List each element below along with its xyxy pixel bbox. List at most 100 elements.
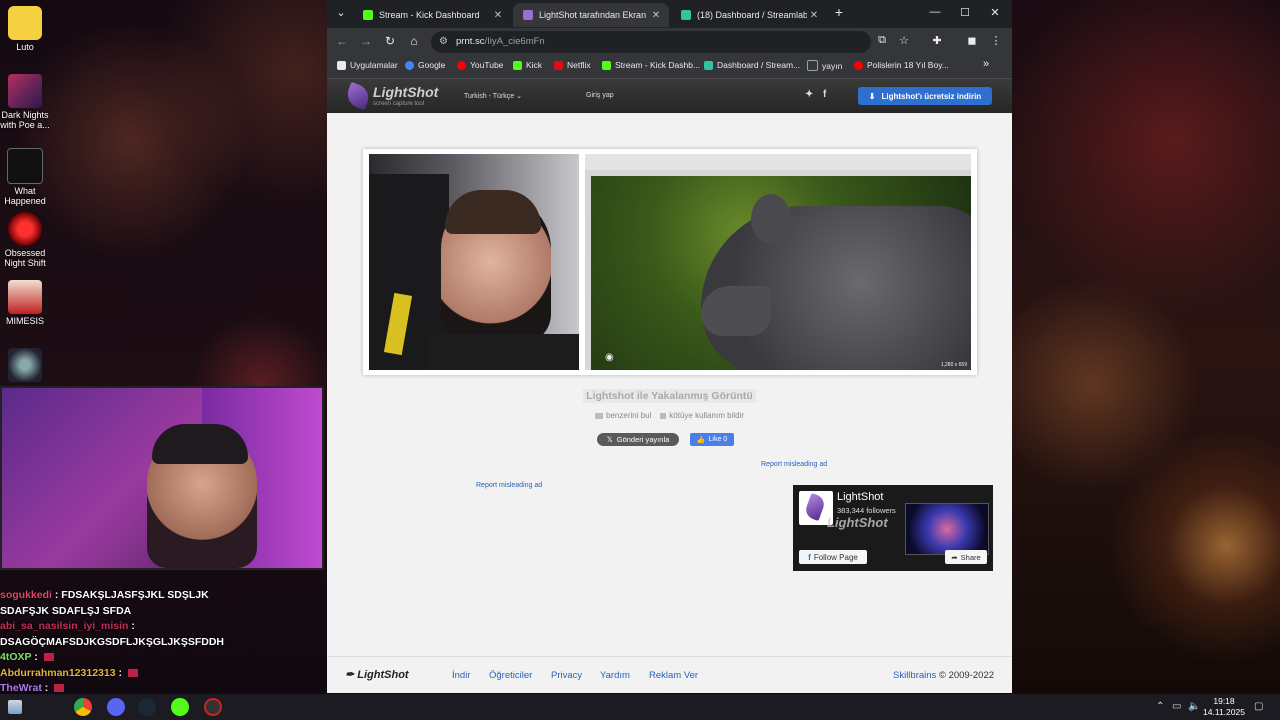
skillbrains-link[interactable]: Skillbrains xyxy=(893,670,936,681)
desktop-icon-dark-nights[interactable]: Dark Nights with Poe a... xyxy=(0,74,50,130)
image-caption: Lightshot ile Yakalanmış Görüntü xyxy=(327,389,1012,403)
desktop-icon-label: Obsessed Night Shift xyxy=(4,248,46,268)
folder-icon xyxy=(807,60,818,71)
discord-icon[interactable] xyxy=(107,698,125,716)
bookmark-streamlabs[interactable]: Dashboard / Stream... xyxy=(704,60,800,70)
maximize-icon[interactable]: ☐ xyxy=(955,6,975,19)
menu-icon[interactable]: ⋮ xyxy=(987,34,1005,47)
desktop-icon-luto[interactable]: Luto xyxy=(0,6,50,52)
bookmark-google[interactable]: Google xyxy=(405,60,445,70)
obs-icon[interactable] xyxy=(204,698,222,716)
footer-link-advertise[interactable]: Reklam Ver xyxy=(649,670,698,681)
find-similar-link[interactable]: benzerini bul xyxy=(595,411,651,420)
extensions-icon[interactable]: ✚ xyxy=(928,34,946,47)
login-link[interactable]: Giriş yap xyxy=(586,92,614,99)
chat-text: FDSAKŞLJASFŞJKL SDŞLJK xyxy=(61,589,209,601)
share-icon: ➦ xyxy=(951,552,958,562)
close-tab-icon[interactable]: ✕ xyxy=(649,10,663,21)
lightshot-header: LightShot screen capture tool Turkish - … xyxy=(327,79,1012,113)
close-tab-icon[interactable]: ✕ xyxy=(491,10,505,21)
minimize-icon[interactable]: — xyxy=(925,6,945,18)
twitter-icon[interactable]: ✦ xyxy=(805,89,813,100)
facebook-like-button[interactable]: 👍 Like 0 xyxy=(690,433,734,446)
lightshot-icon xyxy=(523,10,533,20)
report-misleading-ad-link[interactable]: Report misleading ad xyxy=(476,482,542,489)
desktop-icon-what-happened[interactable]: What Happened ... xyxy=(0,148,50,216)
close-window-icon[interactable]: ✕ xyxy=(985,6,1005,19)
skull-icon xyxy=(8,348,42,382)
bookmarks-bar: Uygulamalar Google YouTube Kick Netflix … xyxy=(327,56,1012,79)
fb-page-name[interactable]: LightShot xyxy=(837,491,883,503)
forward-icon[interactable]: → xyxy=(357,34,375,48)
footer-link-privacy[interactable]: Privacy xyxy=(551,670,582,681)
tray-chevron-icon[interactable]: ⌃ xyxy=(1156,701,1164,712)
back-icon[interactable]: ← xyxy=(333,34,351,48)
facebook-page-widget[interactable]: LightShot 383,344 followers LightShot fF… xyxy=(793,485,993,571)
bookmark-youtube[interactable]: YouTube xyxy=(457,60,503,70)
language-selector[interactable]: Turkish - Türkçe ⌄ xyxy=(464,92,522,100)
apps-grid-icon xyxy=(337,60,346,70)
facebook-icon: f xyxy=(808,552,811,562)
footer-logo[interactable]: ✒ LightShot xyxy=(345,668,409,681)
lightshot-page: LightShot screen capture tool Turkish - … xyxy=(327,79,1012,693)
tab-search-icon[interactable]: ⌄ xyxy=(331,6,351,19)
emote-icon xyxy=(54,684,65,693)
address-bar[interactable]: ⚙ prnt.sc/IiyA_cie6mFn xyxy=(431,31,871,53)
close-tab-icon[interactable]: ✕ xyxy=(807,10,821,21)
chevron-down-icon: ⌄ xyxy=(516,93,523,100)
tab-lightshot[interactable]: LightShot tarafından Ekran Görü ✕ xyxy=(513,3,669,27)
bookmark-polisler[interactable]: Polislerin 18 Yıl Boy... xyxy=(854,60,949,70)
tab-kick-dashboard[interactable]: Stream - Kick Dashboard ✕ xyxy=(353,3,511,27)
steam-icon[interactable] xyxy=(138,698,156,716)
footer-link-help[interactable]: Yardım xyxy=(600,670,630,681)
bookmark-star-icon[interactable]: ☆ xyxy=(895,34,913,47)
kick-icon[interactable] xyxy=(171,698,189,716)
reload-icon[interactable]: ↻ xyxy=(381,34,399,48)
report-abuse-link[interactable]: kötüye kullanım bildir xyxy=(660,411,744,420)
desktop-icon-mimesis[interactable]: MIMESIS xyxy=(0,280,50,326)
flag-icon xyxy=(660,412,667,419)
desktop-icon-obsessed[interactable]: Obsessed Night Shift xyxy=(0,212,50,268)
tweet-button[interactable]: 𝕏 Gönderi yayınla xyxy=(597,433,679,446)
bookmark-apps[interactable]: Uygulamalar xyxy=(337,60,398,70)
kick-icon xyxy=(363,10,373,20)
desktop-icon-label: Luto xyxy=(16,42,34,52)
more-bookmarks-button[interactable]: » xyxy=(983,58,989,70)
chrome-icon[interactable] xyxy=(74,698,92,716)
x-logo-icon: 𝕏 xyxy=(606,435,613,444)
start-icon[interactable] xyxy=(8,700,22,714)
notifications-icon[interactable]: ▢ xyxy=(1254,701,1263,712)
tab-streamlabs[interactable]: (18) Dashboard / Streamlabs ✕ xyxy=(671,3,827,27)
image-icon xyxy=(595,412,604,419)
chat-user: Abdurrahman12312313 xyxy=(0,666,116,679)
browser-window: ⌄ Stream - Kick Dashboard ✕ LightShot ta… xyxy=(327,0,1012,693)
camera-icon: ◉ xyxy=(605,352,614,363)
footer-link-tutorials[interactable]: Öğreticiler xyxy=(489,670,532,681)
kick-icon xyxy=(513,60,522,70)
site-info-icon[interactable]: ⚙ xyxy=(439,36,448,47)
share-button[interactable]: ➦ Share xyxy=(945,550,987,564)
download-button[interactable]: ⬇ Lightshot'ı ücretsiz indirin xyxy=(858,87,992,105)
follow-page-button[interactable]: f Follow Page xyxy=(799,550,867,564)
system-clock[interactable]: 19:18 14.11.2025 xyxy=(1198,696,1250,718)
desktop-icon-skull[interactable] xyxy=(0,348,50,384)
chat-text: DSAGÖÇMAFSDJKGSDFLJKŞGLJKŞSFDDH xyxy=(0,635,225,648)
report-misleading-ad-link[interactable]: Report misleading ad xyxy=(761,461,827,468)
home-icon[interactable]: ⌂ xyxy=(405,34,423,48)
thumbs-up-icon: 👍 xyxy=(696,436,706,444)
download-icon: ⬇ xyxy=(868,91,876,101)
bookmark-kick[interactable]: Kick xyxy=(513,60,542,70)
screenshot-image[interactable]: ◉ 1,280 x 659 xyxy=(363,149,977,375)
install-app-icon[interactable]: ⧉ xyxy=(873,34,891,47)
facebook-icon[interactable]: f xyxy=(823,89,826,100)
network-icon[interactable]: ▭ xyxy=(1172,701,1181,712)
footer-link-download[interactable]: İndir xyxy=(452,670,470,681)
game-icon xyxy=(8,74,42,108)
bookmark-kick-dashboard[interactable]: Stream - Kick Dashb... xyxy=(602,60,700,70)
profile-icon[interactable]: ◼ xyxy=(963,34,981,47)
bookmark-netflix[interactable]: Netflix xyxy=(554,60,591,70)
new-tab-button[interactable]: + xyxy=(829,4,849,20)
bookmark-folder-yayin[interactable]: yayın xyxy=(807,60,842,71)
desktop-wallpaper-right xyxy=(1012,0,1280,700)
youtube-icon xyxy=(854,60,863,70)
